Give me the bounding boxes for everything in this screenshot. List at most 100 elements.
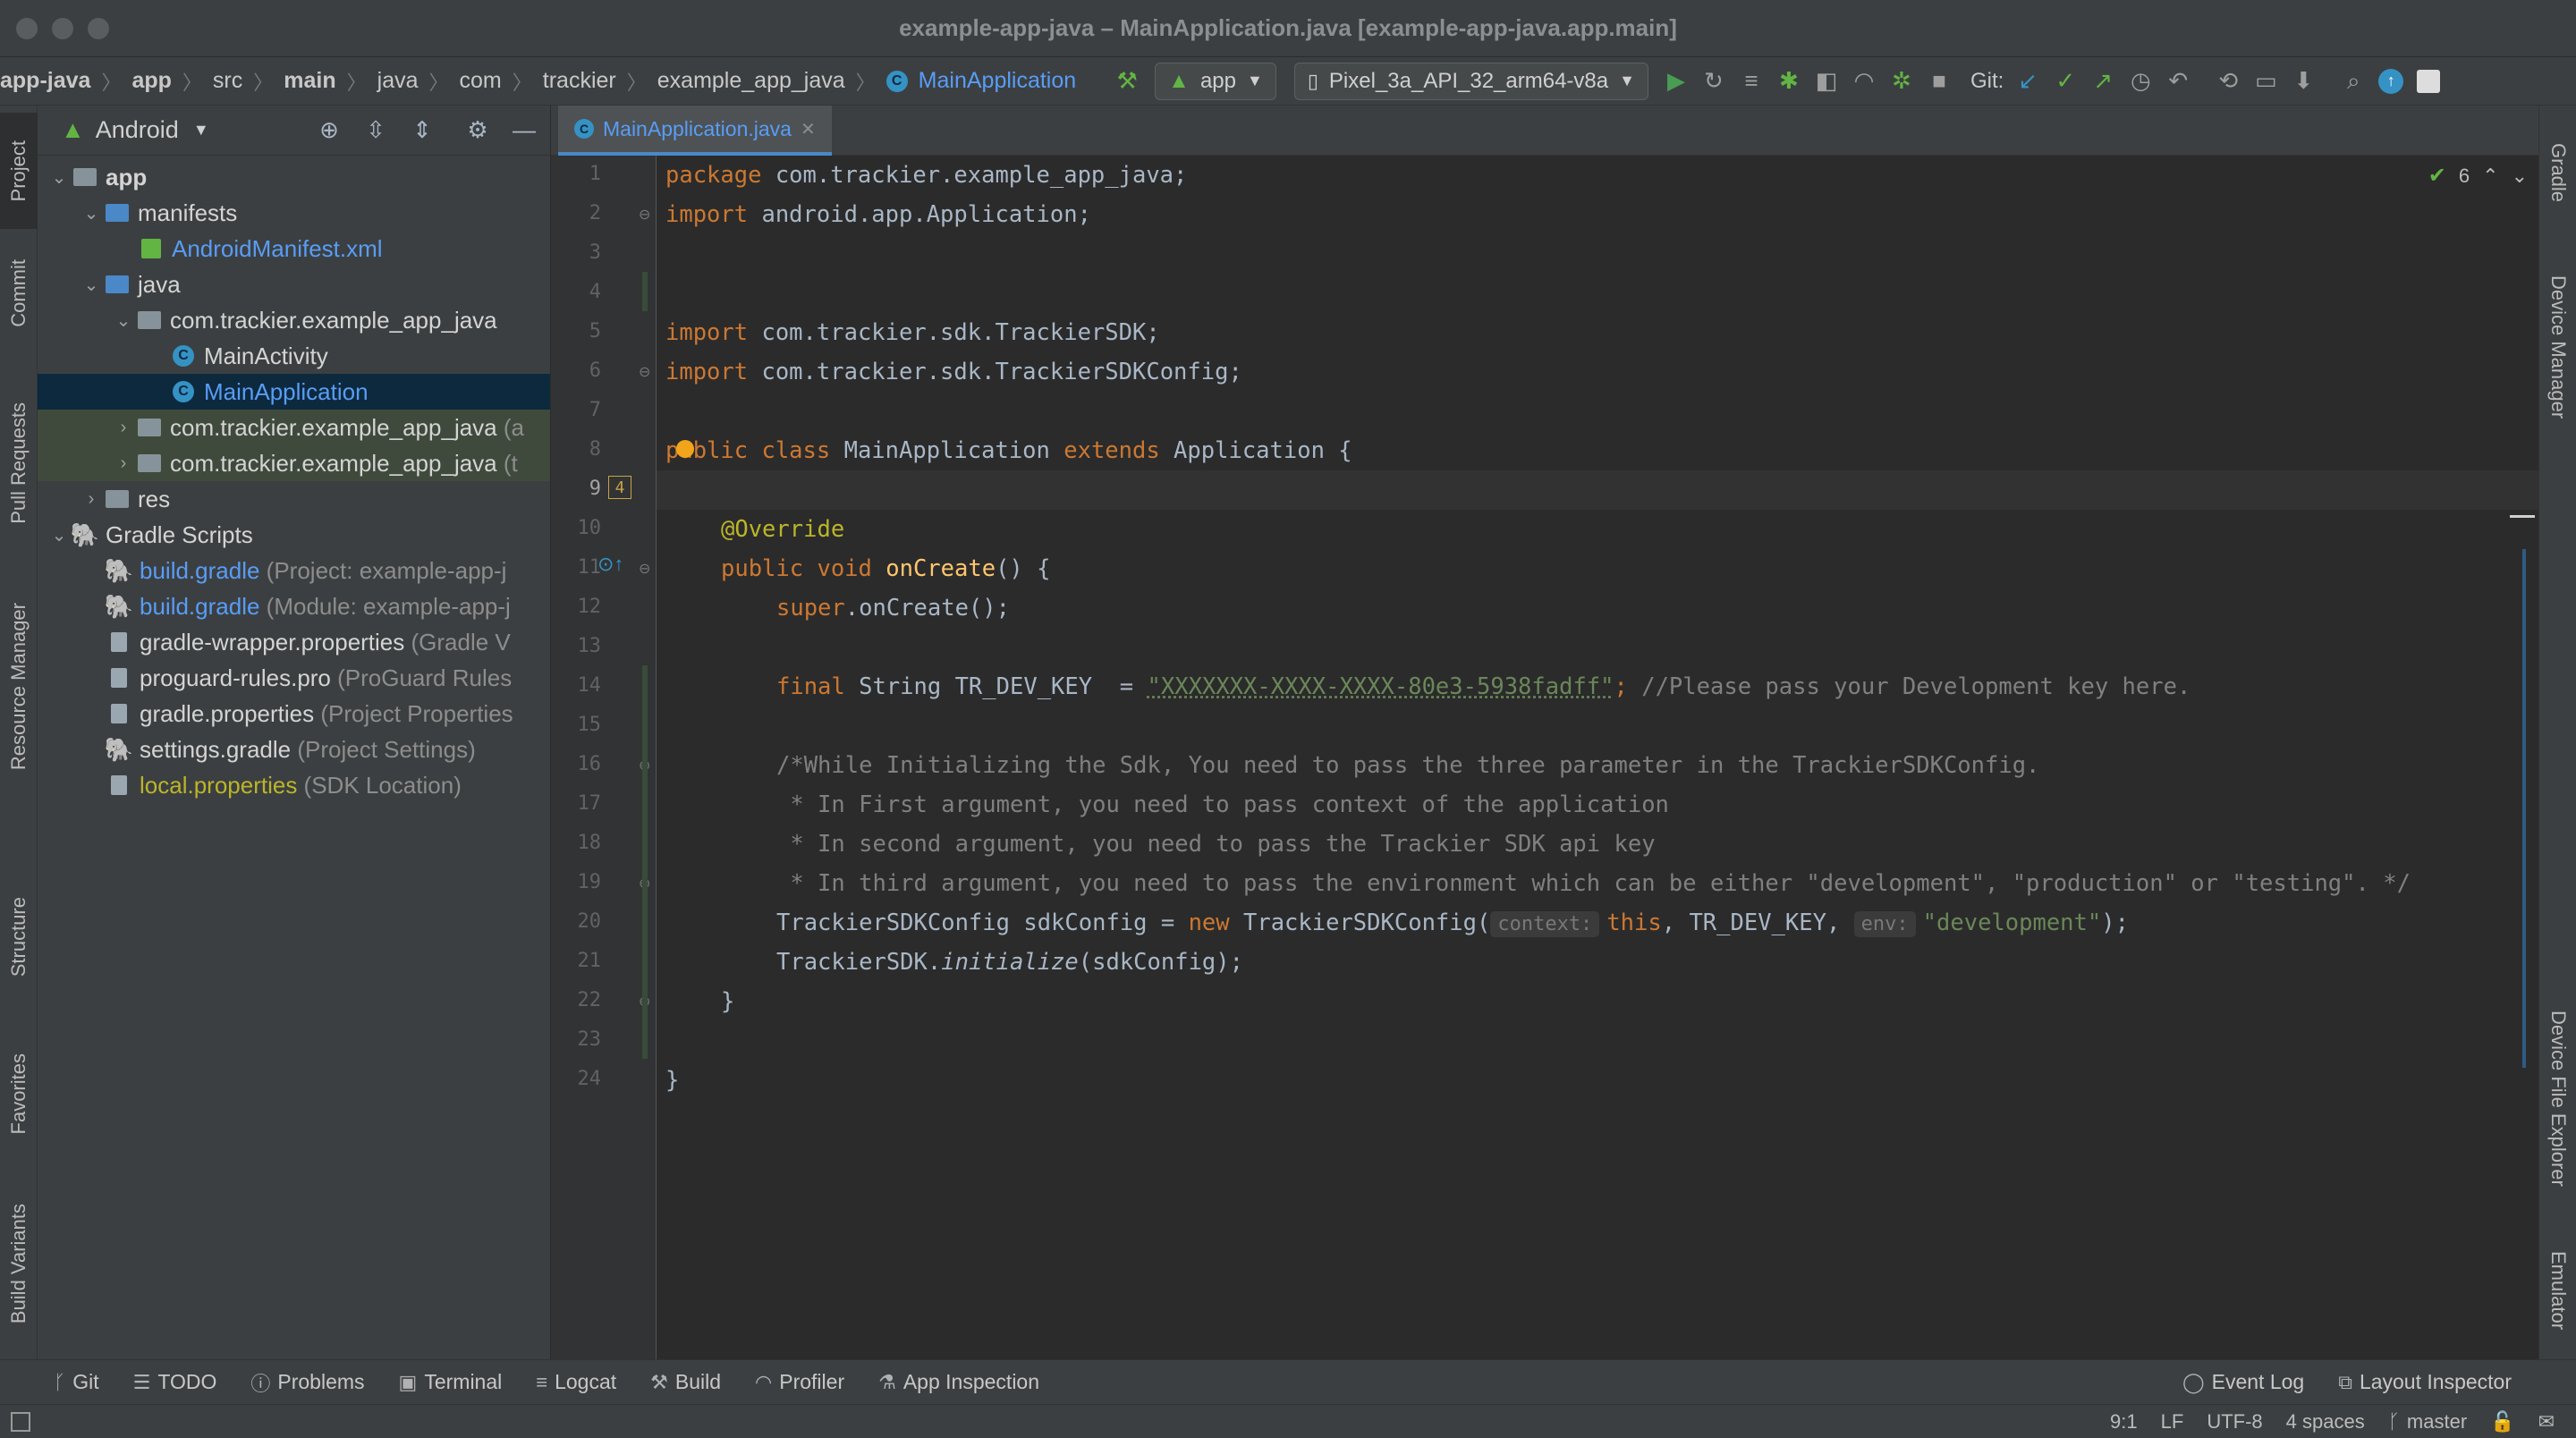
chevron-right-icon[interactable]: › <box>111 418 136 438</box>
tool-tab-device-file-explorer[interactable]: Device File Explorer <box>2539 982 2576 1214</box>
tree-node[interactable]: ⌄ com.trackier.example_app_java <box>38 302 550 338</box>
git-update-icon[interactable]: ↙ <box>2009 63 2046 100</box>
tool-window-event-log[interactable]: ◯ Event Log <box>2182 1370 2304 1394</box>
tree-node[interactable]: ⌄ 🐘 Gradle Scripts <box>38 517 550 553</box>
breadcrumb-item[interactable]: src <box>208 68 248 94</box>
code-content[interactable]: package com.trackier.example_app_java; i… <box>665 156 2538 1359</box>
device-manager-icon[interactable]: ▭ <box>2247 63 2284 100</box>
fold-icon[interactable]: ⊖ <box>639 363 650 381</box>
tool-tab-project[interactable]: Project <box>0 113 38 229</box>
tool-window-git[interactable]: ᚴ Git <box>54 1370 99 1394</box>
code-editor[interactable]: 1 2 3 4 5 6 7 8 9 10 11 12 13 14 15 16 1… <box>551 156 2538 1359</box>
chevron-down-icon[interactable]: ▼ <box>193 121 209 140</box>
gear-icon[interactable]: ⚙ <box>461 114 495 148</box>
tool-tab-pull-requests[interactable]: Pull Requests <box>0 374 38 553</box>
tool-tab-build-variants[interactable]: Build Variants <box>0 1179 38 1349</box>
chevron-down-icon[interactable]: ⌄ <box>47 166 72 189</box>
search-icon[interactable]: ⌕ <box>2334 63 2372 100</box>
tree-node[interactable]: AndroidManifest.xml <box>38 231 550 266</box>
tree-node[interactable]: 🐘 build.gradle (Module: example-app-j <box>38 588 550 624</box>
fold-icon[interactable]: ⊖ <box>639 560 650 578</box>
collapse-all-icon[interactable]: ⇕ <box>405 114 439 148</box>
apply-changes-icon[interactable]: ↻ <box>1695 63 1733 100</box>
project-view-select[interactable]: Android <box>96 116 179 144</box>
tool-window-profiler[interactable]: ◠ Profiler <box>755 1370 844 1394</box>
hide-panel-icon[interactable]: — <box>507 114 541 148</box>
tool-tab-emulator[interactable]: Emulator <box>2539 1232 2576 1349</box>
run-icon[interactable]: ▶ <box>1657 63 1695 100</box>
account-icon[interactable] <box>2410 63 2447 100</box>
tool-window-terminal[interactable]: ▣ Terminal <box>399 1370 503 1394</box>
stop-icon[interactable]: ■ <box>1920 63 1958 100</box>
tool-window-todo[interactable]: ☰ TODO <box>133 1370 217 1394</box>
editor-tab-mainapplication[interactable]: C MainApplication.java ✕ <box>558 106 832 156</box>
lightbulb-icon[interactable] <box>676 440 694 458</box>
tool-tab-gradle[interactable]: Gradle <box>2539 114 2576 231</box>
notifications-icon[interactable]: ✉ <box>2538 1410 2555 1434</box>
tree-node[interactable]: gradle.properties (Project Properties <box>38 696 550 732</box>
sdk-manager-icon[interactable]: ⬇ <box>2284 63 2322 100</box>
git-branch[interactable]: master <box>2407 1410 2467 1434</box>
chevron-right-icon[interactable]: › <box>111 453 136 474</box>
git-commit-icon[interactable]: ✓ <box>2046 63 2084 100</box>
chevron-down-icon[interactable]: ⌄ <box>79 202 104 224</box>
chevron-down-icon[interactable]: ⌄ <box>47 524 72 546</box>
tree-node[interactable]: ⌄ java <box>38 266 550 302</box>
tool-tab-structure[interactable]: Structure <box>0 875 38 1000</box>
caret-position[interactable]: 9:1 <box>2110 1410 2138 1434</box>
tool-tab-commit[interactable]: Commit <box>0 240 38 347</box>
tool-window-build[interactable]: ⚒ Build <box>650 1370 721 1394</box>
tree-node[interactable]: › com.trackier.example_app_java (t <box>38 445 550 481</box>
tree-node[interactable]: proguard-rules.pro (ProGuard Rules <box>38 660 550 696</box>
tree-node[interactable]: ⌄ manifests <box>38 195 550 231</box>
chevron-down-icon[interactable]: ⌄ <box>111 309 136 332</box>
run-configuration-select[interactable]: ▲ app ▼ <box>1155 62 1276 100</box>
lock-icon[interactable]: 🔓 <box>2490 1410 2514 1434</box>
tool-tab-favorites[interactable]: Favorites <box>0 1027 38 1161</box>
indent-setting[interactable]: 4 spaces <box>2286 1410 2365 1434</box>
intention-badge[interactable]: 4 <box>608 476 631 499</box>
tool-window-logcat[interactable]: ≡ Logcat <box>536 1370 616 1394</box>
toggle-tool-windows-icon[interactable] <box>11 1411 30 1432</box>
breadcrumb-item[interactable]: main <box>278 68 341 94</box>
breadcrumb-item[interactable]: trackier <box>538 68 622 94</box>
update-icon[interactable]: ↑ <box>2372 63 2410 100</box>
history-icon[interactable]: ◷ <box>2122 63 2159 100</box>
breadcrumb-item[interactable]: java <box>372 68 424 94</box>
hammer-icon[interactable]: ⚒ <box>1108 63 1146 100</box>
tree-node[interactable]: gradle-wrapper.properties (Gradle V <box>38 624 550 660</box>
close-icon[interactable]: ✕ <box>801 118 816 140</box>
tree-node[interactable]: 🐘 settings.gradle (Project Settings) <box>38 732 550 767</box>
locate-icon[interactable]: ⊕ <box>312 114 346 148</box>
chevron-down-icon[interactable]: ⌄ <box>79 274 104 296</box>
tree-node[interactable]: C MainActivity <box>38 338 550 374</box>
gradle-sync-icon[interactable]: ⟲ <box>2209 63 2247 100</box>
apply-code-changes-icon[interactable]: ≡ <box>1733 63 1770 100</box>
breadcrumb-item[interactable]: example_app_java <box>652 68 851 94</box>
line-separator[interactable]: LF <box>2161 1410 2184 1434</box>
override-method-icon[interactable]: ⊙↑ <box>597 553 623 576</box>
file-encoding[interactable]: UTF-8 <box>2207 1410 2262 1434</box>
profile-icon[interactable]: ◠ <box>1845 63 1883 100</box>
breadcrumb-item-current[interactable]: MainApplication <box>913 68 1082 94</box>
fold-icon[interactable]: ⊖ <box>639 206 650 224</box>
chevron-right-icon[interactable]: › <box>79 489 104 510</box>
tree-node[interactable]: local.properties (SDK Location) <box>38 767 550 803</box>
breadcrumb-item[interactable]: app <box>126 68 176 94</box>
tool-tab-resource-manager[interactable]: Resource Manager <box>0 579 38 794</box>
breadcrumb-item[interactable]: app-java <box>0 68 96 94</box>
tool-window-layout-inspector[interactable]: ⧉ Layout Inspector <box>2338 1370 2512 1394</box>
coverage-icon[interactable]: ◧ <box>1808 63 1845 100</box>
debug-icon[interactable]: ✱ <box>1770 63 1808 100</box>
breadcrumb-item[interactable]: com <box>454 68 507 94</box>
tool-tab-device-manager[interactable]: Device Manager <box>2539 249 2576 445</box>
tree-node[interactable]: › res <box>38 481 550 517</box>
tree-node[interactable]: ⌄ app <box>38 159 550 195</box>
device-select[interactable]: ▯ Pixel_3a_API_32_arm64-v8a ▼ <box>1293 62 1648 100</box>
tree-node-selected[interactable]: C MainApplication <box>38 374 550 410</box>
tool-window-app-inspection[interactable]: ⚗ App Inspection <box>878 1370 1039 1394</box>
git-push-icon[interactable]: ↗ <box>2084 63 2122 100</box>
tree-node[interactable]: › com.trackier.example_app_java (a <box>38 410 550 445</box>
rollback-icon[interactable]: ↶ <box>2159 63 2197 100</box>
attach-debugger-icon[interactable]: ✲ <box>1883 63 1920 100</box>
